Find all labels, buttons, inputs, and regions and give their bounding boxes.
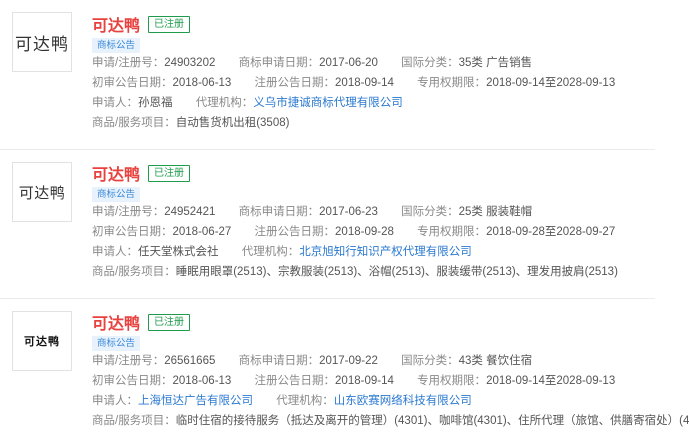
detail-row-3: 申请人：任天堂株式会社 代理机构：北京旭知行知识产权代理有限公司 [92,242,618,262]
detail-row-2: 初审公告日期：2018-06-27 注册公告日期：2018-09-28 专用权期… [92,222,618,242]
agency-link[interactable]: 义乌市捷诚商标代理有限公司 [253,97,403,109]
goods-value: 睡眠用眼罩(2513)、宗教服装(2513)、浴帽(2513)、服装缓带(251… [175,266,618,278]
apply-date-label: 商标申请日期： [238,206,320,218]
agency-label: 代理机构： [195,97,254,109]
reg-announce-label: 注册公告日期： [254,375,336,387]
applicant-label: 申请人： [92,97,138,109]
goods-value: 自动售货机出租(3508) [175,117,290,129]
trademark-info: 可达鸭 已注册 商标公告 申请/注册号：24903202 商标申请日期：2017… [92,13,615,133]
trademark-logo[interactable]: 可达鸭 [12,162,72,222]
pre-announce-label: 初审公告日期： [92,226,173,238]
applicant-label: 申请人： [92,246,138,258]
announcement-tag[interactable]: 商标公告 [92,187,141,202]
trademark-logo[interactable]: 可达鸭 [12,12,72,72]
trademark-record: 可达鸭 可达鸭 已注册 商标公告 申请/注册号：24952421 商标申请日期：… [0,150,689,299]
trademark-logo-text: 可达鸭 [18,183,66,202]
detail-row-4: 商品/服务项目：睡眠用眼罩(2513)、宗教服装(2513)、浴帽(2513)、… [92,262,618,282]
detail-row-2: 初审公告日期：2018-06-13 注册公告日期：2018-09-14 专用权期… [92,371,689,391]
detail-row-1: 申请/注册号：24903202 商标申请日期：2017-06-20 国际分类：3… [92,53,615,73]
detail-row-4: 商品/服务项目：自动售货机出租(3508) [92,113,615,133]
exclusive-period-label: 专用权期限： [417,375,487,387]
goods-label: 商品/服务项目： [92,117,176,129]
detail-row-3: 申请人：孙恩福 代理机构：义乌市捷诚商标代理有限公司 [92,93,615,113]
goods-label: 商品/服务项目： [92,266,176,278]
intl-class-label: 国际分类： [401,206,459,218]
trademark-logo[interactable]: 可达鸭 [12,311,72,371]
goods-label: 商品/服务项目： [92,415,176,427]
intl-class-label: 国际分类： [401,355,459,367]
apply-date-value: 2017-06-23 [319,206,378,218]
detail-row-2: 初审公告日期：2018-06-13 注册公告日期：2018-09-14 专用权期… [92,73,615,93]
exclusive-period-label: 专用权期限： [417,77,487,89]
apply-date-value: 2017-09-22 [319,355,378,367]
pre-announce-value: 2018-06-27 [172,226,232,238]
trademark-name[interactable]: 可达鸭 [92,12,140,36]
reg-announce-value: 2018-09-28 [335,226,394,238]
reg-no-value: 26561665 [164,355,216,367]
pre-announce-value: 2018-06-13 [172,77,232,89]
intl-class-value: 25类 服装鞋帽 [458,206,533,218]
detail-row-3: 申请人：上海恒达广告有限公司 代理机构：山东欧赛网络科技有限公司 [92,391,689,411]
trademark-name[interactable]: 可达鸭 [92,310,140,334]
detail-row-1: 申请/注册号：24952421 商标申请日期：2017-06-23 国际分类：2… [92,202,618,222]
reg-announce-value: 2018-09-14 [335,375,394,387]
exclusive-period-value: 2018-09-14至2028-09-13 [486,375,616,387]
pre-announce-value: 2018-06-13 [172,375,232,387]
apply-date-value: 2017-06-20 [319,57,378,69]
trademark-name[interactable]: 可达鸭 [92,161,140,185]
reg-no-label: 申请/注册号： [92,206,165,218]
reg-no-value: 24952421 [164,206,216,218]
trademark-info: 可达鸭 已注册 商标公告 申请/注册号：26561665 商标申请日期：2017… [92,311,689,431]
status-badge: 已注册 [148,313,191,331]
goods-value: 临时住宿的接待服务（抵达及离开的管理）(4301)、咖啡馆(4301)、住所代理… [175,415,689,427]
status-badge: 已注册 [148,164,191,182]
intl-class-value: 43类 餐饮住宿 [458,355,533,367]
agency-label: 代理机构： [241,246,300,258]
apply-date-label: 商标申请日期： [238,57,320,69]
exclusive-period-label: 专用权期限： [417,226,487,238]
exclusive-period-value: 2018-09-14至2028-09-13 [486,77,616,89]
applicant-value: 孙恩福 [138,97,173,109]
trademark-record: 可达鸭 可达鸭 已注册 商标公告 申请/注册号：26561665 商标申请日期：… [0,299,689,447]
trademark-record: 可达鸭 可达鸭 已注册 商标公告 申请/注册号：24903202 商标申请日期：… [0,0,689,150]
announcement-tag[interactable]: 商标公告 [92,38,141,53]
applicant-link[interactable]: 上海恒达广告有限公司 [138,395,253,407]
exclusive-period-value: 2018-09-28至2028-09-27 [486,226,616,238]
pre-announce-label: 初审公告日期： [92,375,173,387]
agency-link[interactable]: 山东欧赛网络科技有限公司 [334,395,472,407]
reg-no-label: 申请/注册号： [92,57,165,69]
applicant-value: 任天堂株式会社 [138,246,219,258]
intl-class-value: 35类 广告销售 [458,57,533,69]
reg-no-label: 申请/注册号： [92,355,165,367]
trademark-logo-text: 可达鸭 [24,335,60,348]
announcement-tag[interactable]: 商标公告 [92,336,141,351]
reg-announce-label: 注册公告日期： [254,226,336,238]
detail-row-4: 商品/服务项目：临时住宿的接待服务（抵达及离开的管理）(4301)、咖啡馆(43… [92,411,689,431]
reg-announce-label: 注册公告日期： [254,77,336,89]
reg-no-value: 24903202 [164,57,216,69]
pre-announce-label: 初审公告日期： [92,77,173,89]
reg-announce-value: 2018-09-14 [335,77,394,89]
status-badge: 已注册 [148,15,191,33]
intl-class-label: 国际分类： [401,57,459,69]
trademark-logo-text: 可达鸭 [15,34,69,55]
apply-date-label: 商标申请日期： [238,355,320,367]
trademark-info: 可达鸭 已注册 商标公告 申请/注册号：24952421 商标申请日期：2017… [92,162,618,282]
detail-row-1: 申请/注册号：26561665 商标申请日期：2017-09-22 国际分类：4… [92,351,689,371]
agency-label: 代理机构： [276,395,334,407]
applicant-label: 申请人： [92,395,138,407]
agency-link[interactable]: 北京旭知行知识产权代理有限公司 [299,246,472,258]
